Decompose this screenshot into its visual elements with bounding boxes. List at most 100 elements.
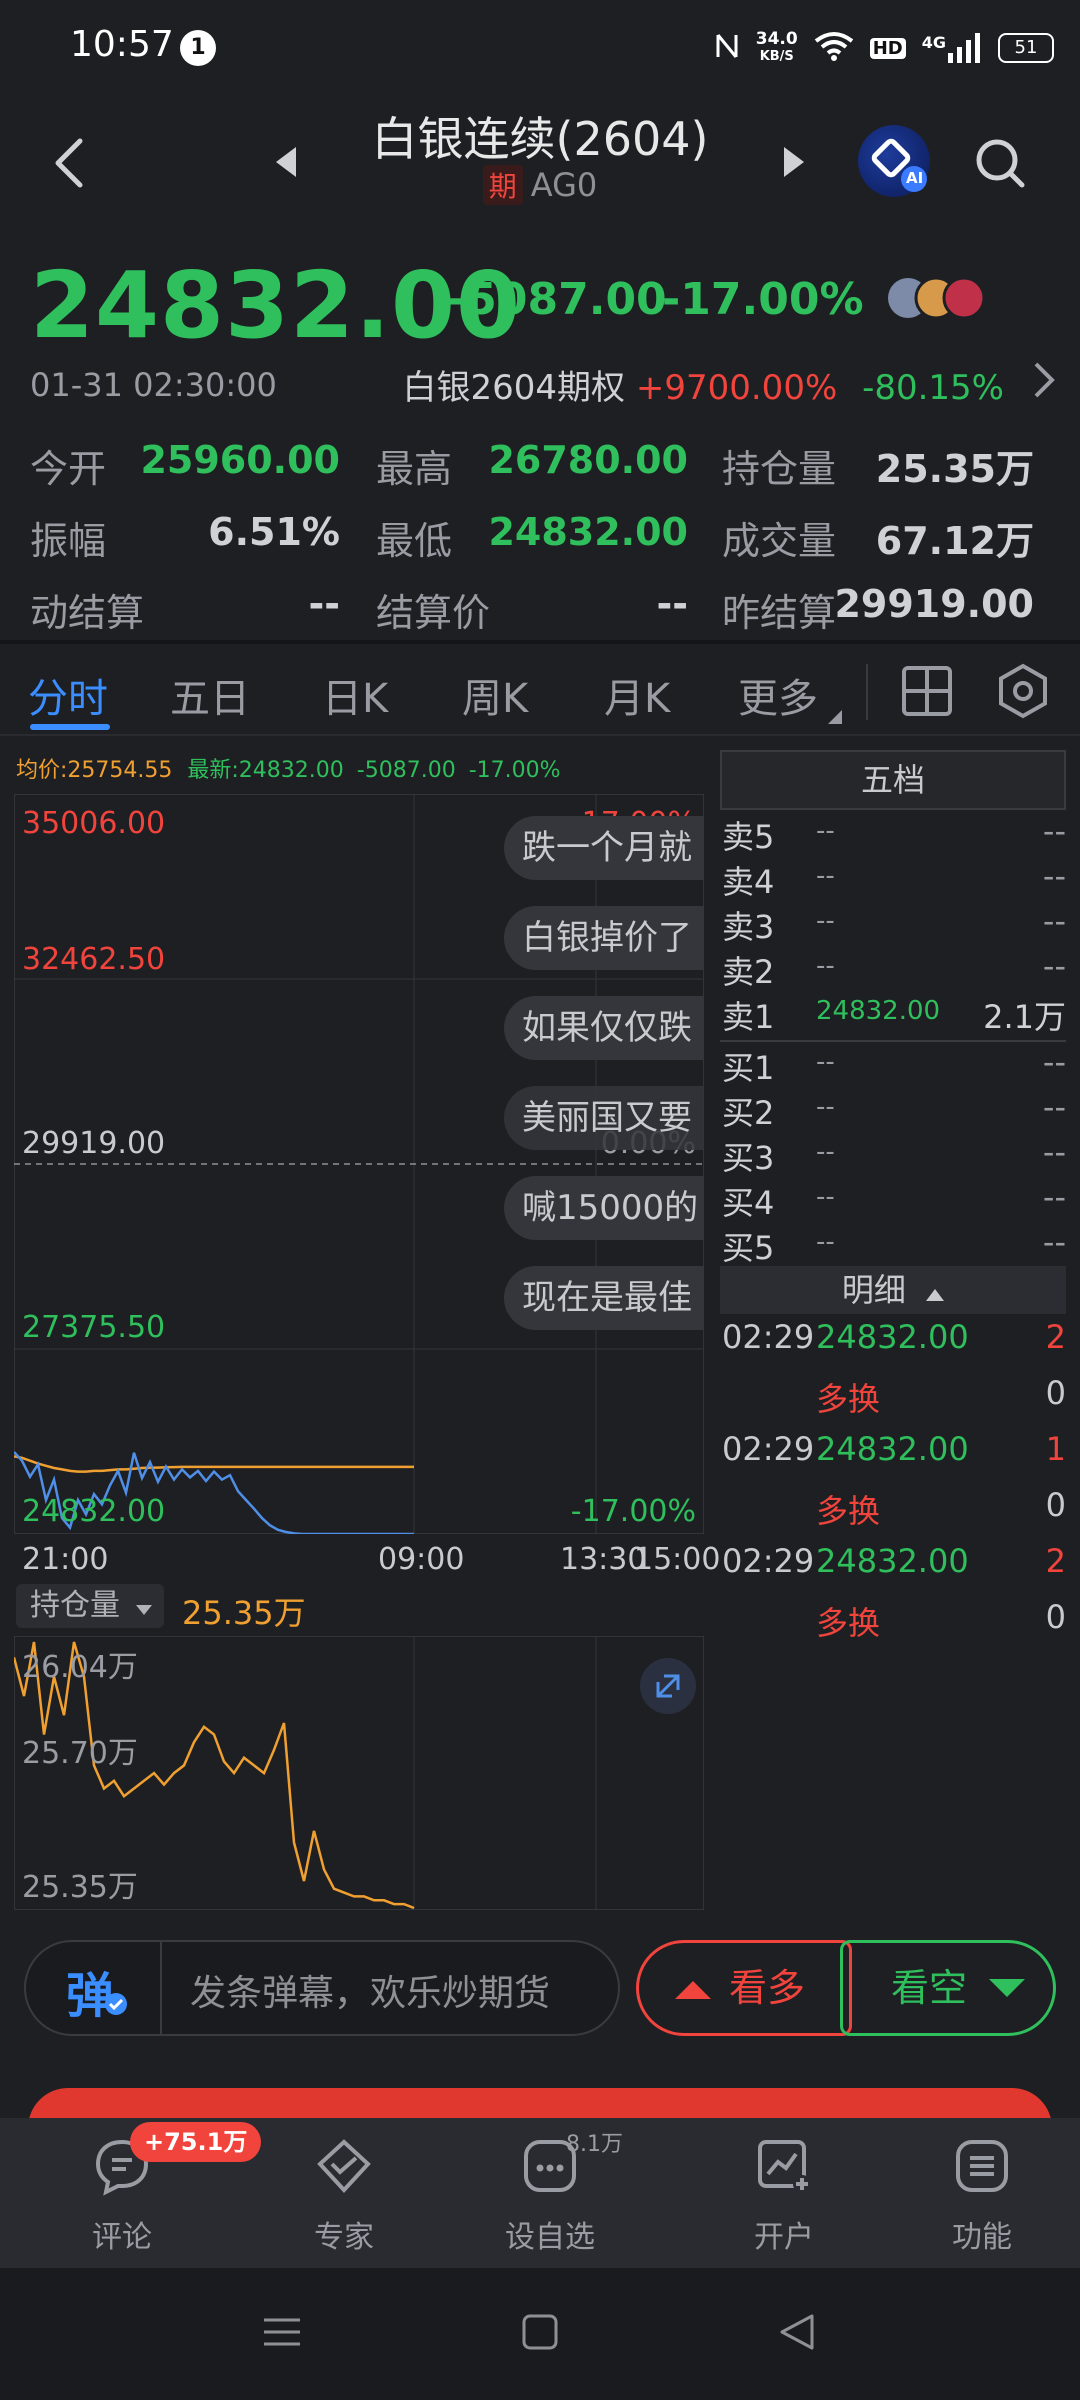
level-qty: -- [1042,1178,1066,1216]
order-book-row[interactable]: 卖1 24832.00 2.1万 [720,992,1066,1036]
tick-oi-change: 0 [1045,1598,1066,1636]
level-name: 买3 [722,1139,775,1177]
tab-intraday[interactable]: 分时 [28,666,108,724]
nav-functions[interactable]: 功能 [902,2118,1062,2268]
net-speed-value: 34.0 [755,29,798,49]
danmu-bubble[interactable]: 跌一个月就 [504,816,704,880]
divider [0,734,1080,736]
order-book-row[interactable]: 买2 -- -- [720,1088,1066,1132]
indicator-selector[interactable]: 持仓量 [16,1584,164,1628]
stat-item: 动结算 -- [30,582,340,635]
legend-change: -5087.00 [356,758,456,783]
level-price: -- [816,1092,835,1122]
bullish-button[interactable]: 看多 [636,1940,852,2036]
tick-time: 02:29 [722,1430,815,1468]
user-avatars[interactable] [884,274,996,322]
danmu-placeholder: 发条弹幕，欢乐炒期货 [190,1973,551,2014]
tab-more[interactable]: 更多 [738,666,818,724]
system-back-button[interactable] [778,2312,818,2356]
status-time: 10:57 [70,24,174,65]
order-book-row[interactable]: 卖2 -- -- [720,947,1066,991]
tick-time: 02:29 [722,1542,815,1580]
ask-bid-divider [720,1040,1066,1042]
tick-price: 24832.00 [816,1542,969,1580]
stat-item: 最低 24832.00 [376,510,688,563]
tab-monthly-k[interactable]: 月K [604,666,670,724]
x-tick-label: 15:00 [634,1542,721,1577]
futures-tag: 期 [482,165,523,205]
x-tick-label: 09:00 [378,1542,465,1577]
stat-value: 24832.00 [488,510,688,554]
next-contract-button[interactable] [780,145,808,183]
danmu-bubble[interactable]: 白银掉价了 [504,906,704,970]
expand-button[interactable] [640,1658,696,1714]
notification-badge: 1 [180,30,216,66]
settings-button[interactable] [994,662,1052,724]
level-price: -- [816,951,835,981]
y-tick-label: 32462.50 [22,942,166,977]
divider [160,1942,162,2034]
oi-tick-label: 26.04万 [22,1650,138,1685]
level-qty: 2.1万 [983,998,1066,1036]
back-triangle-icon [780,2314,814,2350]
header: 白银连续(2604) 期 AG0 AI [0,95,1080,230]
comment-count-badge: +75.1万 [130,2122,262,2162]
level-name: 买2 [722,1094,775,1132]
order-book-row[interactable]: 买5 -- -- [720,1223,1066,1267]
home-button[interactable] [522,2312,558,2356]
stat-label: 动结算 [30,591,145,635]
pct-tick-label: -17.00% [570,1494,696,1529]
tick-price: 24832.00 [816,1430,969,1468]
tick-row: 02:2924832.00 1 [720,1654,1066,1658]
grid-icon [902,666,952,716]
tab-5day[interactable]: 五日 [170,666,250,724]
option-link[interactable]: 白银2604期权 +9700.00% -80.15% [403,360,1004,409]
danmu-bubble[interactable]: 喊15000的 [504,1176,704,1240]
stat-value: 25960.00 [140,438,340,482]
avatar-stack-icon [888,276,986,320]
y-tick-label: 35006.00 [22,806,166,841]
danmu-input[interactable]: 弹 发条弹幕，欢乐炒期货 [24,1940,620,2036]
level-price: -- [816,1227,835,1257]
stat-item: 振幅 6.51% [30,510,340,563]
order-book-row[interactable]: 买3 -- -- [720,1133,1066,1177]
level-price: -- [816,1137,835,1167]
order-book-title[interactable]: 五档 [720,750,1066,810]
menu-list-icon [956,2140,1008,2192]
tick-time: 02:29 [722,1318,815,1356]
bearish-button[interactable]: 看空 [840,1940,1056,2036]
expand-icon [656,1674,680,1698]
tick-detail-row: 多换 0 [720,1486,1066,1542]
danmu-bubble[interactable]: 如果仅仅跌 [504,996,704,1060]
caret-down-icon [135,1605,152,1615]
nav-label: 开户 [754,2220,814,2255]
option-change1: +9700.00% [635,368,838,408]
level-qty: -- [1042,812,1066,850]
nav-experts[interactable]: 专家 [264,2118,424,2268]
order-book-row[interactable]: 卖5 -- -- [720,812,1066,856]
ai-assistant-button[interactable]: AI [858,125,930,197]
search-button[interactable] [972,135,1028,195]
order-book-row[interactable]: 卖4 -- -- [720,857,1066,901]
stat-item: 成交量 67.12万 [722,510,1034,563]
settings-hexagon-icon [999,663,1047,719]
detail-header[interactable]: 明细 [720,1266,1066,1314]
level-qty: -- [1042,902,1066,940]
tick-row: 02:29 24832.00 2 [720,1542,1066,1598]
price-change-pct: -17.00% [662,274,864,325]
nav-label: 功能 [952,2220,1012,2255]
layout-grid-button[interactable] [900,664,954,722]
tab-daily-k[interactable]: 日K [322,666,388,724]
order-book-row[interactable]: 卖3 -- -- [720,902,1066,946]
signal-label: 4G [921,33,946,52]
order-book-row[interactable]: 买1 -- -- [720,1043,1066,1087]
chevron-right-icon[interactable] [1032,360,1056,404]
danmu-bubble[interactable]: 美丽国又要 [504,1086,704,1150]
nav-open-account[interactable]: 开户 [704,2118,864,2268]
order-book-row[interactable]: 买4 -- -- [720,1178,1066,1222]
recent-apps-button[interactable] [262,2312,302,2356]
intraday-chart[interactable]: 35006.00 32462.50 29919.00 27375.50 2483… [14,794,720,1577]
tab-weekly-k[interactable]: 周K [462,666,528,724]
level-qty: -- [1042,1043,1066,1081]
danmu-bubble[interactable]: 现在是最佳 [504,1266,704,1330]
